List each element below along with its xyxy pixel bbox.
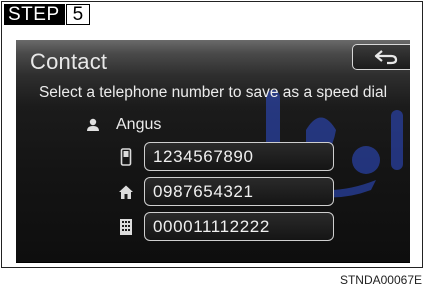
screen-title: Contact: [30, 49, 108, 74]
frame-divider: [16, 262, 410, 263]
figure-code: STNDA00067E: [339, 273, 422, 287]
person-icon: [87, 118, 99, 131]
number-row-mobile: 1234567890: [116, 142, 334, 171]
mobile-phone-icon: [116, 147, 136, 167]
office-building-icon: [116, 217, 136, 237]
step-header: STEP 5: [4, 4, 91, 25]
home-icon: [116, 182, 136, 202]
contact-name: Angus: [116, 116, 162, 133]
navigation-screen: Contact Select a telephone number to sav…: [16, 40, 410, 262]
speed-dial-prompt: Select a telephone number to save as a s…: [38, 84, 388, 101]
figure-frame: STEP 5 Contact Select a telephone number…: [1, 1, 423, 268]
phone-number-button-home[interactable]: 0987654321: [144, 177, 334, 206]
phone-number-button-office[interactable]: 000011112222: [144, 212, 334, 241]
step-label: STEP: [4, 4, 65, 25]
contact-row: Angus: [86, 116, 161, 134]
back-arrow-icon: [374, 50, 398, 65]
phone-number-button-mobile[interactable]: 1234567890: [144, 142, 334, 171]
step-number: 5: [65, 4, 91, 25]
number-row-home: 0987654321: [116, 177, 334, 206]
back-button[interactable]: [352, 44, 410, 70]
number-row-office: 000011112222: [116, 212, 334, 241]
